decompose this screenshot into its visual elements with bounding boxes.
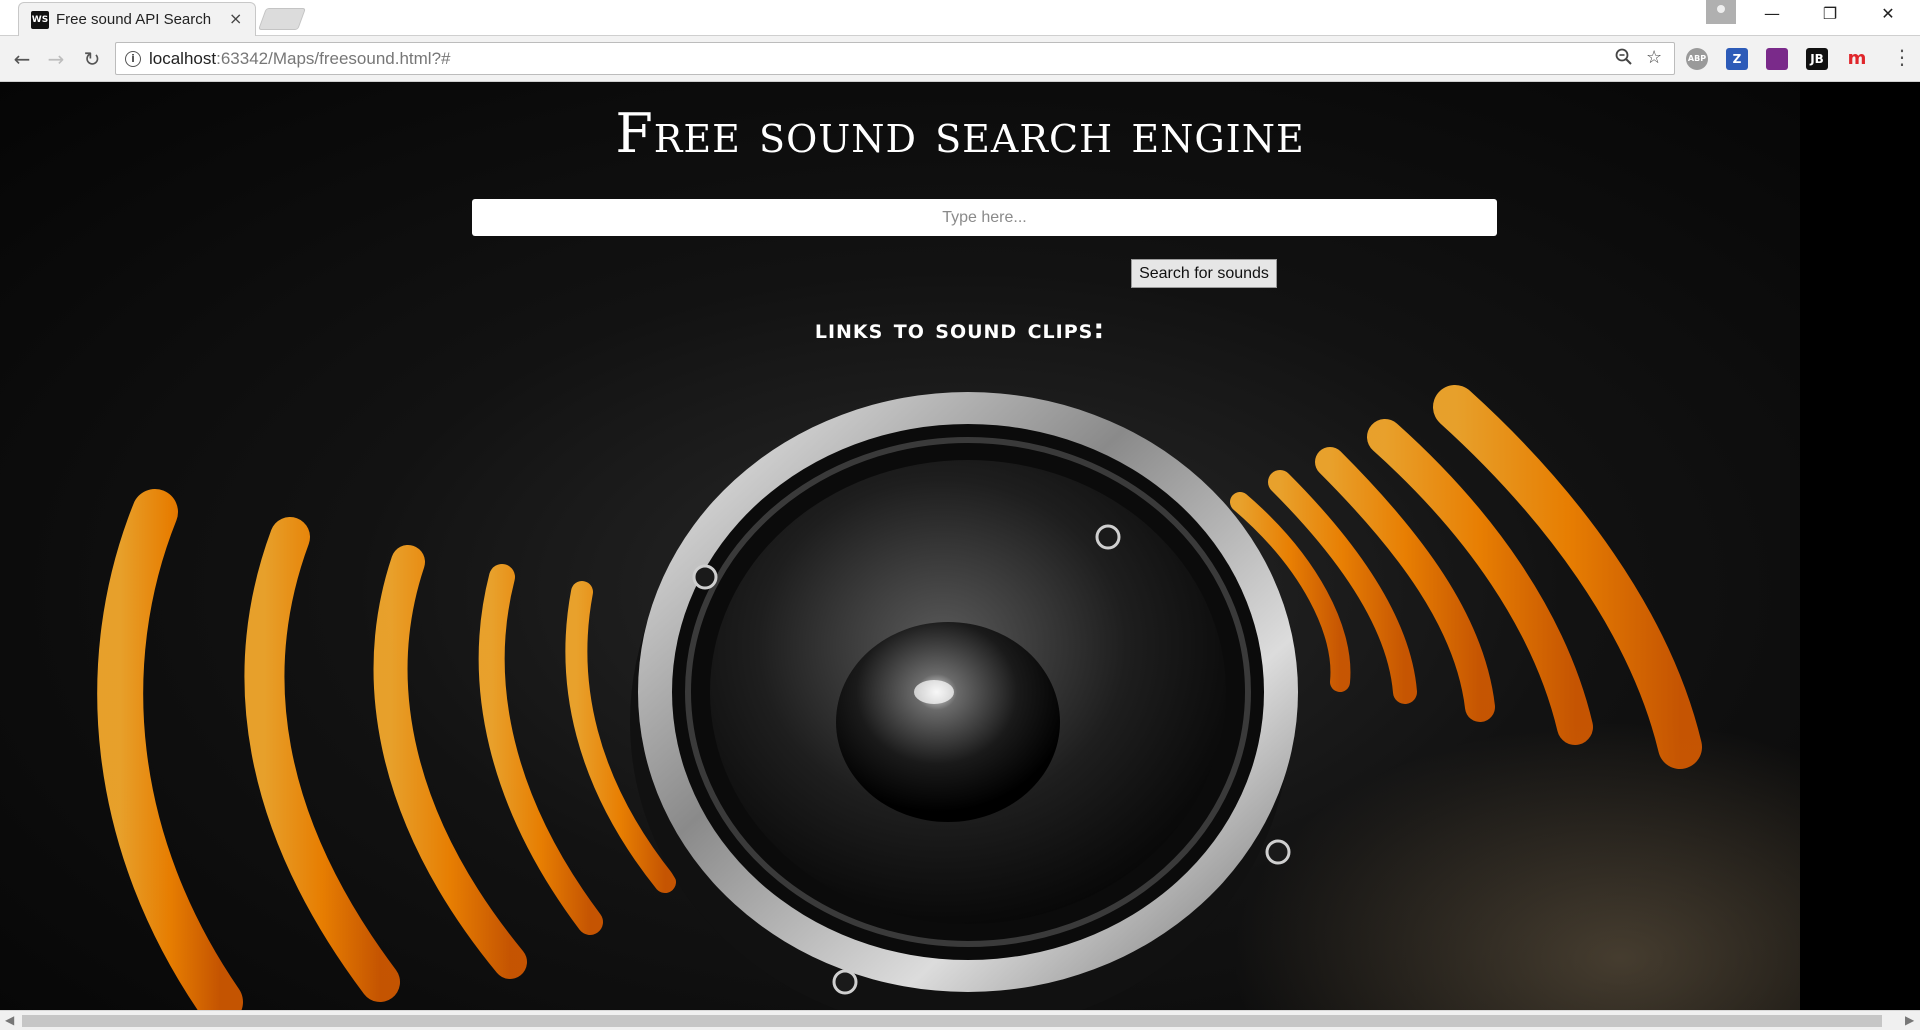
zoom-icon[interactable] bbox=[1614, 47, 1634, 72]
address-bar[interactable]: i localhost:63342/Maps/freesound.html?# … bbox=[115, 42, 1675, 75]
scroll-left-icon[interactable]: ◀ bbox=[5, 1013, 14, 1027]
wave-left-2 bbox=[244, 517, 400, 1002]
browser-toolbar: ← → ↻ i localhost:63342/Maps/freesound.h… bbox=[0, 37, 1920, 82]
site-info-icon[interactable]: i bbox=[125, 51, 141, 67]
webstorm-favicon-icon: WS bbox=[31, 11, 49, 29]
page-body: Free sound search engine Search for soun… bbox=[0, 82, 1920, 1010]
speaker-hero-image bbox=[97, 385, 1920, 1010]
tab-close-icon[interactable]: × bbox=[229, 9, 242, 28]
forward-arrow-icon[interactable]: → bbox=[42, 45, 70, 73]
speaker-dust-cap bbox=[836, 622, 1060, 822]
wave-left-1 bbox=[97, 489, 243, 1010]
tab-strip: WS Free sound API Search × — ❐ ✕ bbox=[0, 0, 1920, 36]
new-tab-button[interactable] bbox=[257, 8, 307, 30]
search-button[interactable]: Search for sounds bbox=[1131, 259, 1277, 288]
screw-icon bbox=[1095, 524, 1121, 550]
bookmark-star-icon[interactable]: ☆ bbox=[1646, 47, 1662, 68]
url-path: :63342/Maps/freesound.html?# bbox=[216, 49, 451, 68]
scrollbar-thumb[interactable] bbox=[22, 1015, 1882, 1027]
bookmark-extension-icon[interactable] bbox=[1766, 48, 1788, 70]
search-input[interactable] bbox=[472, 199, 1497, 236]
reload-icon[interactable]: ↻ bbox=[78, 45, 106, 73]
browser-menu-icon[interactable]: ⋮ bbox=[1892, 45, 1912, 69]
screw-icon bbox=[692, 564, 718, 590]
browser-chrome: WS Free sound API Search × — ❐ ✕ ← → ↻ i… bbox=[0, 0, 1920, 82]
url-text[interactable]: localhost:63342/Maps/freesound.html?# bbox=[149, 49, 450, 69]
z-extension-icon[interactable]: Z bbox=[1726, 48, 1748, 70]
page-title: Free sound search engine bbox=[615, 102, 1305, 165]
abp-extension-icon[interactable]: ABP bbox=[1686, 48, 1708, 70]
minimize-icon[interactable]: — bbox=[1752, 4, 1792, 28]
scroll-right-icon[interactable]: ▶ bbox=[1905, 1013, 1914, 1027]
jetbrains-extension-icon[interactable]: JB bbox=[1806, 48, 1828, 70]
screw-icon bbox=[832, 969, 858, 995]
back-arrow-icon[interactable]: ← bbox=[8, 45, 36, 73]
user-profile-icon[interactable] bbox=[1706, 0, 1736, 24]
close-window-icon[interactable]: ✕ bbox=[1868, 4, 1908, 28]
screw-icon bbox=[1265, 839, 1291, 865]
url-host: localhost bbox=[149, 49, 217, 68]
left-sound-waves bbox=[97, 489, 676, 1010]
background-right-edge bbox=[1800, 82, 1920, 1010]
tab-active[interactable]: WS Free sound API Search × bbox=[18, 2, 256, 36]
m-extension-icon[interactable]: m bbox=[1846, 48, 1868, 70]
restore-icon[interactable]: ❐ bbox=[1810, 4, 1850, 28]
horizontal-scrollbar[interactable]: ◀ ▶ bbox=[0, 1010, 1920, 1030]
dust-cap-highlight bbox=[914, 680, 954, 704]
links-heading: links to sound clips: bbox=[814, 314, 1106, 345]
tab-title: Free sound API Search bbox=[56, 11, 212, 28]
